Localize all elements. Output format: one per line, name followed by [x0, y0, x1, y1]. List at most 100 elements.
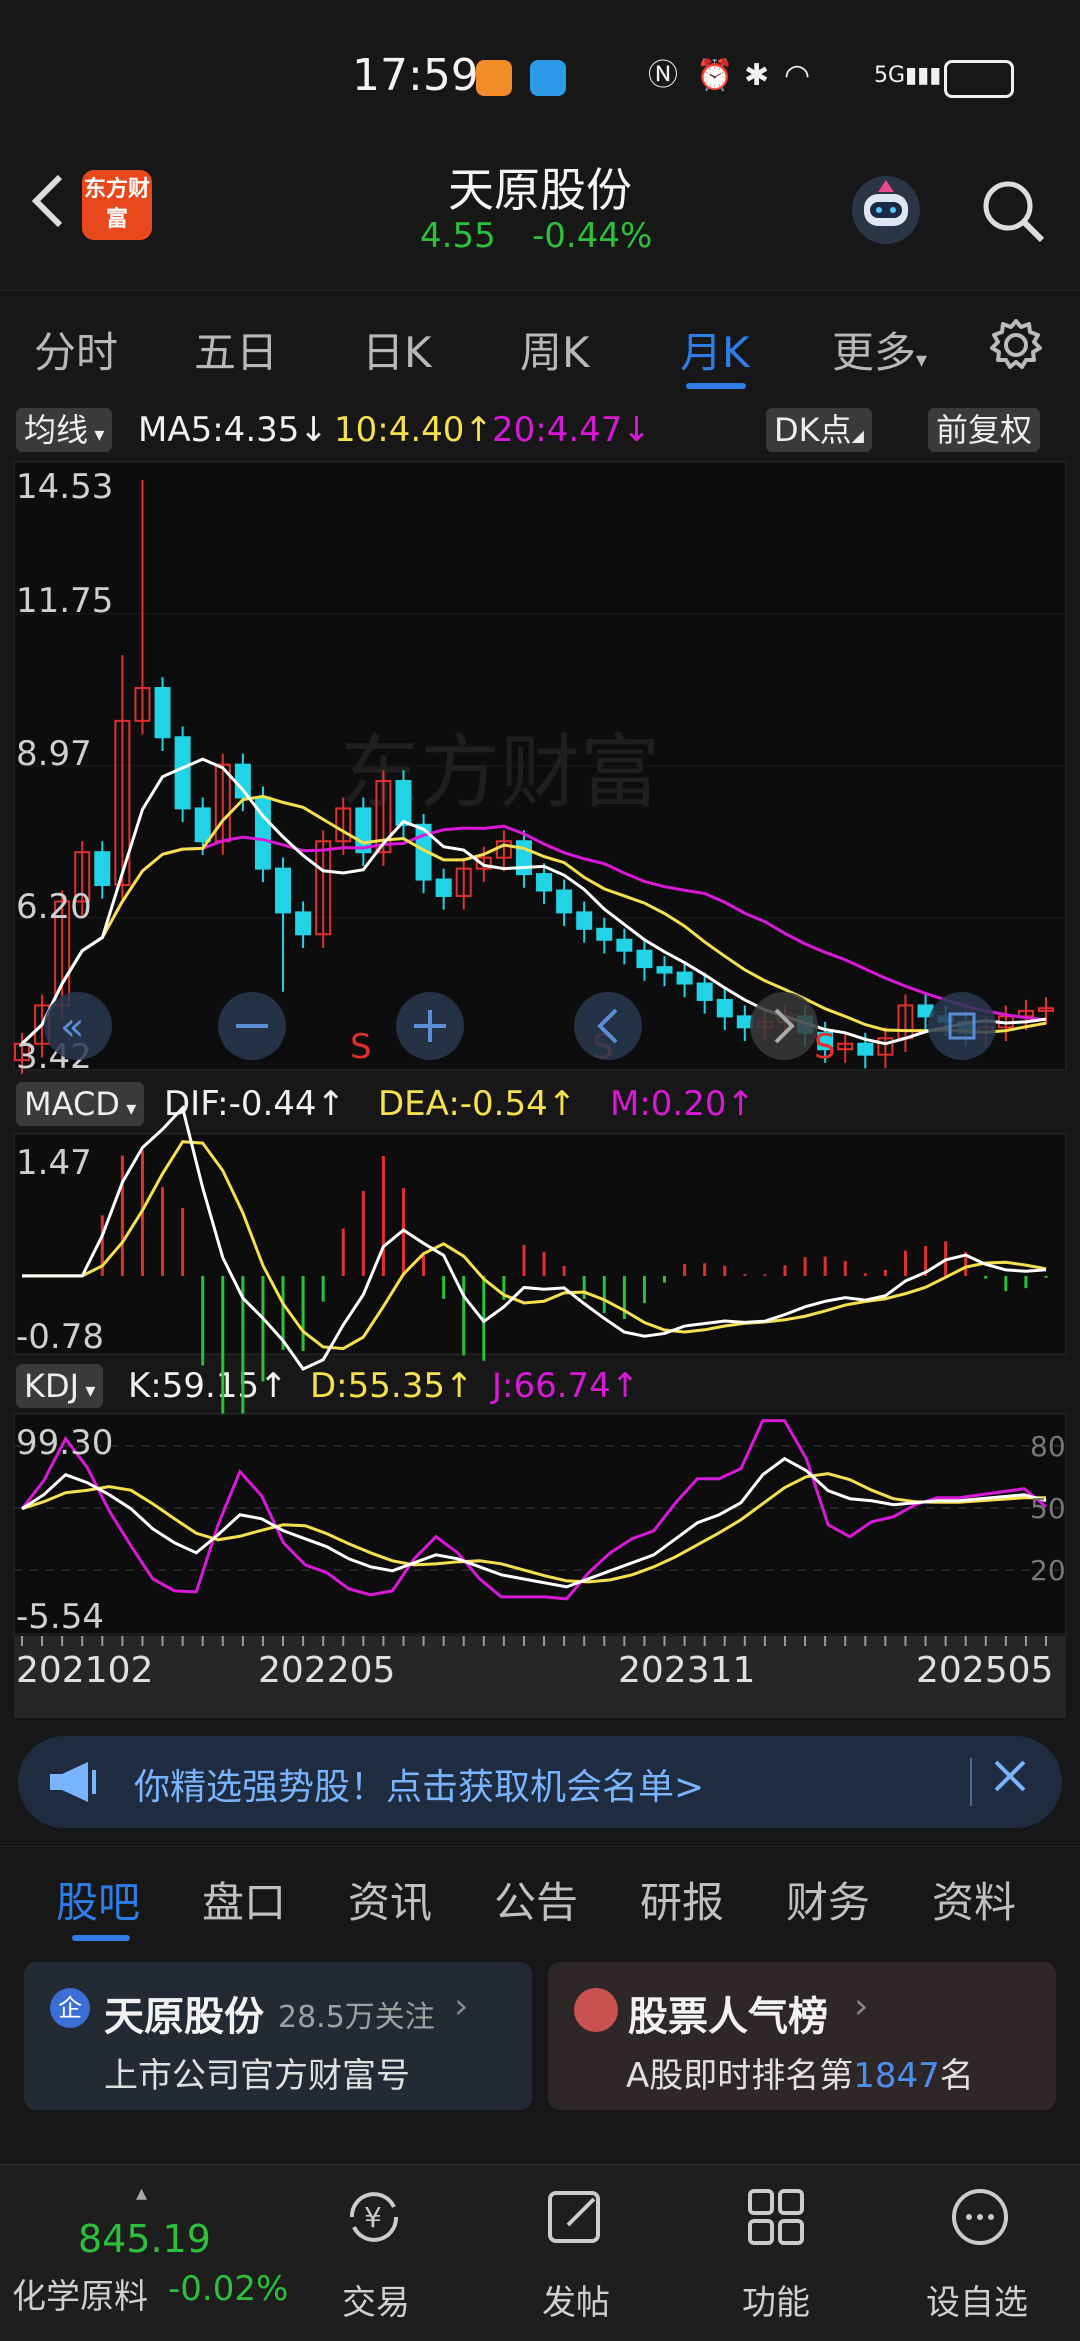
- promo-banner[interactable]: 你精选强势股！点击获取机会名单>: [18, 1736, 1062, 1828]
- popularity-ranking-card[interactable]: 股票人气榜 › A股即时排名第1847名: [548, 1962, 1056, 2110]
- search-button[interactable]: [978, 176, 1048, 246]
- wifi-icon: ◠: [784, 58, 811, 93]
- enterprise-badge: 企: [50, 1988, 90, 2028]
- settings-button[interactable]: [988, 317, 1044, 377]
- tab-more-label: 更多: [832, 328, 917, 377]
- candle-body: [154, 687, 171, 739]
- add-watchlist-button[interactable]: 设自选: [920, 2185, 1040, 2325]
- active-tab-indicator: [686, 383, 746, 389]
- gear-icon: [990, 319, 1042, 369]
- trade-button[interactable]: ¥ 交易: [330, 2185, 420, 2325]
- tab-monthly-k[interactable]: 月K: [680, 319, 750, 380]
- candle-body: [435, 878, 452, 897]
- candle-body: [556, 889, 573, 914]
- status-bar: 17:59 Ⓝ ⏰ ✱ ◠ 5G▮▮▮: [0, 0, 1080, 150]
- sell-marker: S: [350, 1027, 372, 1067]
- close-icon: [994, 1760, 1026, 1792]
- follower-count: 28.5万关注: [278, 2000, 435, 2035]
- tab-order-book[interactable]: 盘口: [202, 1869, 286, 1930]
- candle-body: [696, 982, 713, 1001]
- chart-scroll-left-button[interactable]: «: [44, 992, 112, 1060]
- candle-body: [194, 807, 211, 843]
- stock-chart[interactable]: 东方财富 14.53 11.75 8.97 6.20 3.42 S S S « …: [0, 410, 1080, 1720]
- candle-body: [636, 949, 653, 969]
- header: 东方财富 天原股份 4.55 -0.44%: [0, 150, 1080, 270]
- x-tick-label: 202205: [258, 1650, 395, 1691]
- notification-app-icon: [530, 60, 566, 96]
- candle-body: [536, 873, 553, 892]
- tab-more[interactable]: 更多▾: [832, 319, 927, 380]
- grid-icon: [748, 2189, 804, 2245]
- post-button[interactable]: 发帖: [530, 2185, 620, 2325]
- ranking-prefix: A股即时排名第: [626, 2056, 854, 2096]
- alarm-icon: ⏰: [696, 58, 734, 93]
- tab-finance[interactable]: 财务: [786, 1869, 870, 1930]
- banner-close-button[interactable]: [988, 1754, 1032, 1808]
- x-axis-bar: [14, 1636, 1066, 1718]
- y-tick: 6.20: [16, 887, 92, 927]
- banner-divider: [970, 1758, 972, 1806]
- trade-label: 交易: [342, 2283, 410, 2323]
- candle-body: [576, 911, 593, 930]
- tab-announcements[interactable]: 公告: [494, 1869, 578, 1930]
- candle-body: [716, 998, 733, 1018]
- candle-body: [656, 966, 673, 974]
- nfc-icon: Ⓝ: [648, 58, 678, 93]
- macd-y-tick: 1.47: [16, 1143, 92, 1183]
- more-icon: [952, 2189, 1008, 2245]
- macd-panel: [13, 1133, 1067, 1355]
- tab-daily-k[interactable]: 日K: [362, 319, 432, 380]
- candle-body: [94, 851, 111, 887]
- next-button[interactable]: [750, 992, 818, 1060]
- y-tick: 8.97: [16, 734, 92, 774]
- chevron-right-icon: ›: [454, 1986, 469, 2027]
- ranking-icon: [574, 1988, 618, 2032]
- company-account-card[interactable]: 企 天原股份 28.5万关注 › 上市公司官方财富号: [24, 1962, 532, 2110]
- ranking-card-title: 股票人气榜: [628, 1994, 828, 2040]
- sector-change: -0.02%: [168, 2269, 289, 2309]
- sector-index-value: 845.19: [78, 2217, 211, 2261]
- candle-body: [857, 1042, 874, 1056]
- stock-price: 4.55: [420, 216, 496, 256]
- signal-icon: 5G▮▮▮: [874, 63, 942, 88]
- kdj-right-tick: 50: [1030, 1492, 1066, 1525]
- candle-body: [596, 927, 613, 941]
- candle-body: [395, 780, 412, 826]
- functions-button[interactable]: 功能: [730, 2185, 820, 2325]
- tab-profile[interactable]: 资料: [932, 1869, 1016, 1930]
- search-icon: [983, 181, 1045, 243]
- candle-body: [234, 763, 251, 799]
- tab-research[interactable]: 研报: [640, 1869, 724, 1930]
- tab-intraday[interactable]: 分时: [34, 319, 118, 380]
- zoom-out-button[interactable]: [218, 992, 286, 1060]
- sector-index[interactable]: ▴ 845.19 化学原料 -0.02%: [10, 2181, 290, 2331]
- candle-body: [174, 736, 191, 810]
- status-time: 17:59: [352, 50, 479, 101]
- expand-button[interactable]: [928, 992, 996, 1060]
- x-tick-label: 202102: [16, 1650, 153, 1691]
- ranking-card-subtitle: A股即时排名第1847名: [626, 2048, 974, 2097]
- tab-guba[interactable]: 股吧: [56, 1869, 140, 1930]
- caret-up-icon: ▴: [136, 2181, 148, 2206]
- stock-change-pct: -0.44%: [532, 216, 653, 256]
- tab-five-day[interactable]: 五日: [194, 319, 278, 380]
- x-tick-label: 202311: [618, 1650, 755, 1691]
- functions-label: 功能: [742, 2283, 810, 2323]
- active-tab-indicator: [72, 1935, 130, 1941]
- banner-text: 你精选强势股！点击获取机会名单>: [134, 1767, 705, 1808]
- yen-cycle-icon: ¥: [349, 2192, 399, 2242]
- assistant-robot-icon[interactable]: [846, 170, 926, 250]
- megaphone-icon: [48, 1760, 102, 1808]
- bottom-bar: ▴ 845.19 化学原料 -0.02% ¥ 交易 发帖 功能 设自选: [0, 2164, 1080, 2341]
- tab-news[interactable]: 资讯: [348, 1869, 432, 1930]
- candle-body: [275, 867, 292, 914]
- kdj-y-tick: 99.30: [16, 1423, 113, 1463]
- tab-weekly-k[interactable]: 周K: [520, 319, 590, 380]
- zoom-in-button[interactable]: [396, 992, 464, 1060]
- prev-button[interactable]: [574, 992, 642, 1060]
- kdj-right-tick: 20: [1030, 1554, 1066, 1587]
- kdj-y-tick: -5.54: [16, 1597, 104, 1637]
- post-label: 发帖: [542, 2283, 610, 2323]
- watermark: 东方财富: [340, 728, 660, 817]
- add-watchlist-label: 设自选: [926, 2283, 1028, 2323]
